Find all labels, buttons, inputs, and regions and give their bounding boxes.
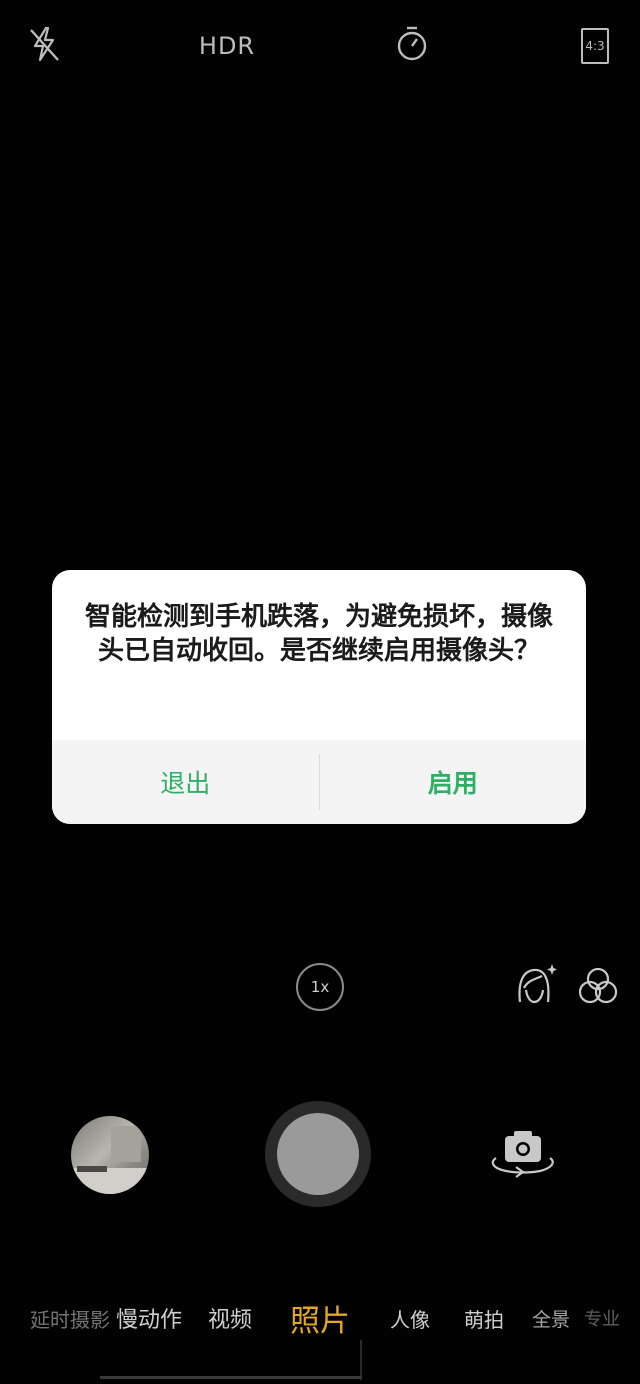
mode-timelapse[interactable]: 延时摄影 [30, 1290, 110, 1346]
mode-portrait[interactable]: 人像 [390, 1290, 430, 1346]
shutter-ring [265, 1101, 371, 1207]
home-indicator [100, 1376, 362, 1379]
filter-button[interactable] [577, 965, 619, 1007]
shutter-button[interactable] [277, 1113, 359, 1195]
exit-button[interactable]: 退出 [52, 740, 319, 824]
enable-button[interactable]: 启用 [320, 740, 587, 824]
hdr-label: HDR [198, 32, 256, 60]
aspect-ratio-label: 4:3 [581, 28, 609, 64]
dialog-actions: 退出 启用 [52, 740, 586, 824]
flash-off-icon [26, 24, 62, 68]
switch-camera-button[interactable] [486, 1128, 560, 1182]
timer-icon [395, 25, 429, 67]
gallery-thumbnail[interactable] [71, 1116, 149, 1194]
beauty-face-icon [512, 964, 558, 1012]
mode-cute-shot[interactable]: 萌拍 [464, 1290, 504, 1346]
flash-toggle[interactable] [24, 24, 64, 68]
beauty-button[interactable] [512, 962, 558, 1008]
mode-pro[interactable]: 专业 [584, 1290, 620, 1346]
filter-icon [577, 967, 619, 1011]
camera-retracted-dialog: 智能检测到手机跌落，为避免损坏，摄像头已自动收回。是否继续启用摄像头？ 退出 启… [52, 570, 586, 824]
hdr-toggle[interactable]: HDR [196, 24, 258, 68]
mode-photo[interactable]: 照片 [290, 1290, 350, 1346]
mode-slow-motion[interactable]: 慢动作 [116, 1290, 182, 1346]
timer-button[interactable] [390, 24, 434, 68]
zoom-button[interactable]: 1x [296, 963, 344, 1011]
aspect-ratio-button[interactable]: 4:3 [578, 24, 612, 68]
mode-panorama[interactable]: 全景 [532, 1290, 570, 1346]
camera-mode-selector: 延时摄影 慢动作 视频 照片 人像 萌拍 全景 专业 [0, 1290, 640, 1346]
gallery-preview-image [71, 1126, 149, 1194]
switch-camera-icon [486, 1131, 560, 1186]
dialog-message: 智能检测到手机跌落，为避免损坏，摄像头已自动收回。是否继续启用摄像头？ [84, 602, 553, 666]
divider [360, 1340, 362, 1380]
mode-video[interactable]: 视频 [208, 1290, 252, 1346]
